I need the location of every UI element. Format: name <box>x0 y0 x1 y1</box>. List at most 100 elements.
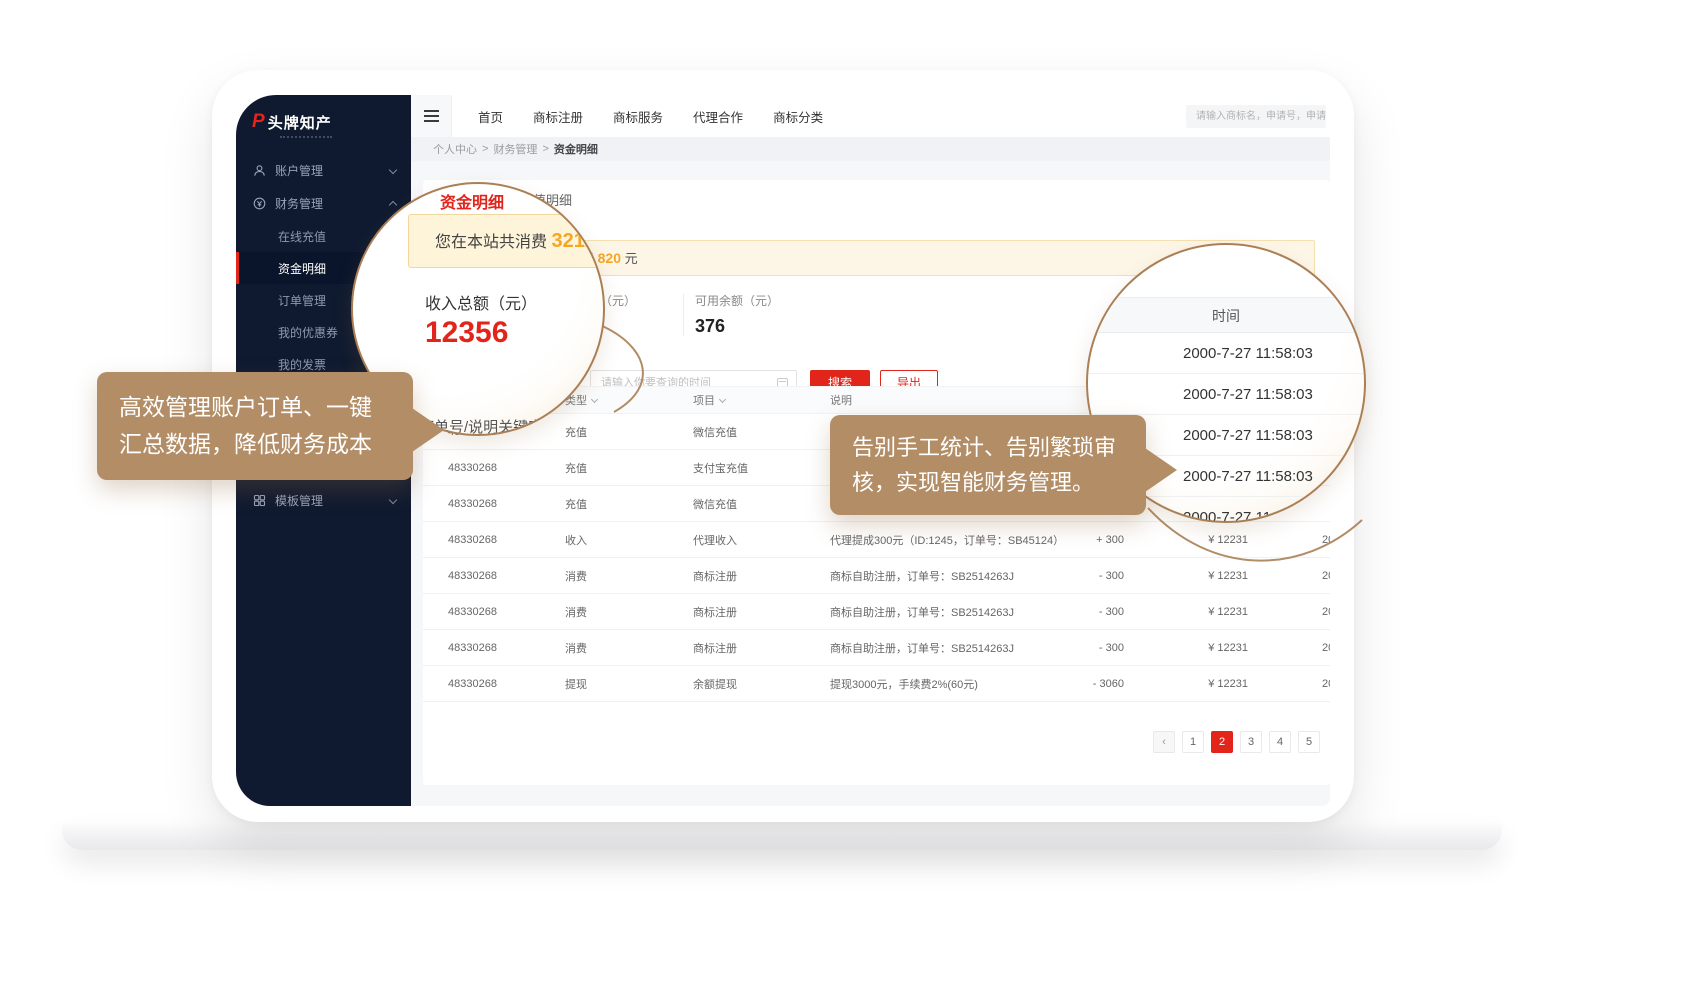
magnified-tab-label: 资金明细 <box>440 189 504 213</box>
magnified-income-label: 收入总额（元） <box>425 290 537 314</box>
sidebar-subitem-label: 订单管理 <box>278 292 326 309</box>
top-navbar: 首页 商标注册 商标服务 代理合作 商标分类 <box>411 95 1330 137</box>
sidebar-subitem-label: 在线充值 <box>278 228 326 245</box>
magnified-banner-amount: 32124 <box>551 230 605 252</box>
cell-amount: - 3060 <box>1070 678 1124 690</box>
cell-type: 提现 <box>565 676 693 692</box>
col-project[interactable]: 项目 <box>693 392 830 408</box>
sidebar-subitem-label: 我的优惠券 <box>278 324 338 341</box>
sidebar-item-account[interactable]: 账户管理 <box>236 154 411 187</box>
sidebar-item-label: 账户管理 <box>275 162 323 179</box>
table-row[interactable]: 48330268提现余额提现提现3000元，手续费2%(60元)- 3060¥ … <box>423 666 1330 702</box>
table-row[interactable]: 48330268消费商标注册商标自助注册，订单号：SB2514263J- 300… <box>423 558 1330 594</box>
cell-amount: + 300 <box>1070 534 1124 546</box>
nav-item-trademark-category[interactable]: 商标分类 <box>773 107 823 126</box>
breadcrumb: 个人中心 > 财务管理 > 资金明细 <box>411 137 1330 161</box>
cell-time: 2000-7-27 11:58:03 <box>1248 570 1330 582</box>
pagination-prev-icon[interactable]: ‹ <box>1153 731 1175 753</box>
cell-desc: 提现3000元，手续费2%(60元) <box>830 676 1070 692</box>
cell-balance: ¥ 12231 <box>1124 642 1248 654</box>
sort-caret-icon <box>719 396 726 403</box>
stat-divider <box>683 294 684 336</box>
cell-desc: 商标自助注册，订单号：SB2514263J <box>830 640 1070 656</box>
cell-time: 2000-7-27 11:58:03 <box>1248 642 1330 654</box>
cell-type: 消费 <box>565 604 693 620</box>
sidebar-item-template[interactable]: 模板管理 <box>236 484 411 517</box>
cell-balance: ¥ 12231 <box>1124 678 1248 690</box>
sidebar-subitem-label: 我的发票 <box>278 356 326 373</box>
stat-label: 可用余额（元） <box>695 292 779 309</box>
cell-balance: ¥ 12231 <box>1124 570 1248 582</box>
pagination-page-2-active[interactable]: 2 <box>1211 731 1233 753</box>
cell-type: 充值 <box>565 424 693 440</box>
nav-item-trademark-register[interactable]: 商标注册 <box>533 107 583 126</box>
cell-amount: - 300 <box>1070 606 1124 618</box>
search-input[interactable] <box>1186 105 1326 128</box>
breadcrumb-separator: > <box>482 143 488 155</box>
cell-order: 48330268 <box>448 678 565 690</box>
cell-type: 充值 <box>565 496 693 512</box>
chevron-down-icon <box>389 166 397 174</box>
callout-left: 高效管理账户订单、一键汇总数据，降低财务成本 <box>97 372 413 480</box>
brand-name: 头牌知产 <box>268 112 332 133</box>
cell-type: 消费 <box>565 640 693 656</box>
page: P 头牌知产 账户管理 财务管理 在线充值 资金明细 订单管理 我的优惠券 <box>0 0 1696 1002</box>
banner-unit: 元 <box>621 251 638 266</box>
nav-item-home[interactable]: 首页 <box>478 107 503 126</box>
sidebar-subitem-label: 资金明细 <box>278 260 326 277</box>
callout-right-arrow <box>1145 448 1177 492</box>
breadcrumb-separator: > <box>542 143 548 155</box>
magnified-banner-prefix: 您在本站共消费 <box>435 234 551 251</box>
stat-balance: 可用余额（元） 376 <box>695 292 779 337</box>
nav-item-trademark-service[interactable]: 商标服务 <box>613 107 663 126</box>
cell-project: 余额提现 <box>693 676 830 692</box>
callout-left-arrow <box>412 408 444 452</box>
cell-project: 代理收入 <box>693 532 830 548</box>
col-type[interactable]: 类型 <box>565 392 693 408</box>
template-grid-icon <box>253 494 266 507</box>
cell-order: 48330268 <box>448 606 565 618</box>
cell-balance: ¥ 12231 <box>1124 534 1248 546</box>
pagination-page-1[interactable]: 1 <box>1182 731 1204 753</box>
cell-time: 2000-7-27 11:58:03 <box>1248 606 1330 618</box>
cell-project: 商标注册 <box>693 604 830 620</box>
cell-type: 消费 <box>565 568 693 584</box>
cell-order: 48330268 <box>448 534 565 546</box>
table-row[interactable]: 48330268收入代理收入代理提成300元（ID:1245，订单号：SB451… <box>423 522 1330 558</box>
cell-project: 微信充值 <box>693 424 830 440</box>
cell-desc: 商标自助注册，订单号：SB2514263J <box>830 568 1070 584</box>
sidebar-item-finance[interactable]: 财务管理 <box>236 187 411 220</box>
cell-order: 48330268 <box>448 570 565 582</box>
magnified-consumption-banner: 您在本站共消费 32124 元 <box>408 214 605 268</box>
table-row[interactable]: 48330268消费商标注册商标自助注册，订单号：SB2514263J- 300… <box>423 594 1330 630</box>
cell-project: 商标注册 <box>693 640 830 656</box>
magnified-income-value: 12356 <box>425 316 508 350</box>
col-desc: 说明 <box>830 392 1070 408</box>
finance-icon <box>253 197 266 210</box>
chevron-down-icon <box>389 496 397 504</box>
callout-right: 告别手工统计、告别繁琐审核，实现智能财务管理。 <box>830 415 1146 515</box>
sidebar-item-label: 财务管理 <box>275 195 323 212</box>
pagination: ‹ 1 2 3 4 5 <box>1153 731 1320 753</box>
laptop-base <box>62 822 1502 850</box>
cell-amount: - 300 <box>1070 570 1124 582</box>
cell-time: 2000-7-27 11:58:03 <box>1248 534 1330 546</box>
cell-time: 2000-7-27 11:58:03 <box>1248 678 1330 690</box>
brand-logo-icon: P <box>252 111 264 133</box>
pagination-page-3[interactable]: 3 <box>1240 731 1262 753</box>
magnified-time-column-header: 时间 <box>1088 297 1364 333</box>
table-row[interactable]: 48330268消费商标注册商标自助注册，订单号：SB2514263J- 300… <box>423 630 1330 666</box>
breadcrumb-item[interactable]: 财务管理 <box>493 141 537 157</box>
pagination-page-5[interactable]: 5 <box>1298 731 1320 753</box>
breadcrumb-item[interactable]: 个人中心 <box>433 141 477 157</box>
hamburger-menu-icon[interactable] <box>411 95 452 137</box>
cell-order: 48330268 <box>448 498 565 510</box>
pagination-page-4[interactable]: 4 <box>1269 731 1291 753</box>
nav-item-agent-cooperation[interactable]: 代理合作 <box>693 107 743 126</box>
cell-desc: 商标自助注册，订单号：SB2514263J <box>830 604 1070 620</box>
magnified-time-cell: 2000-7-27 11:58:03 <box>1088 333 1364 374</box>
cell-desc: 代理提成300元（ID:1245，订单号：SB45124） <box>830 532 1070 548</box>
chevron-up-icon <box>389 201 397 209</box>
user-icon <box>253 164 266 177</box>
cell-balance: ¥ 12231 <box>1124 606 1248 618</box>
